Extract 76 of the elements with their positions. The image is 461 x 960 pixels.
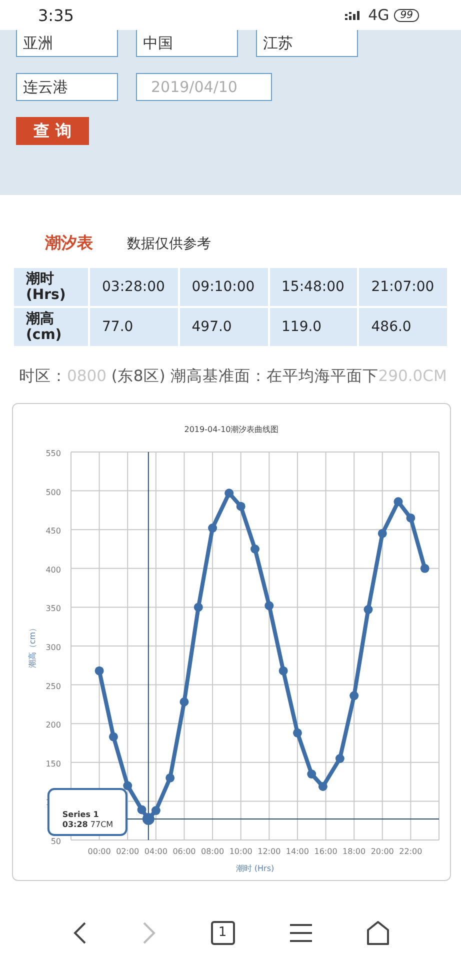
y-tick-label: 200: [46, 720, 61, 730]
point: [236, 502, 246, 511]
point: [394, 497, 403, 506]
table-cell: 77.0: [89, 307, 179, 347]
y-tick-label: 400: [46, 565, 61, 574]
point: [151, 806, 160, 816]
y-tick-label: 500: [46, 488, 61, 497]
point: [264, 601, 274, 610]
y-tick-label: 250: [46, 682, 61, 691]
table-cell: 497.0: [178, 307, 268, 347]
point: [318, 782, 328, 791]
input-field[interactable]: 江苏: [256, 30, 358, 57]
point: [194, 602, 203, 612]
point: [180, 697, 189, 706]
tabs-button[interactable]: 1: [210, 921, 234, 945]
point: [137, 805, 146, 814]
table-cell: 03:28:00: [89, 267, 179, 307]
point: [123, 781, 132, 790]
row-header: 潮时 (Hrs): [13, 267, 89, 307]
table-cell: 119.0: [268, 307, 358, 347]
table-cell: 486.0: [358, 307, 448, 347]
x-tick-label: 02:00: [116, 847, 140, 856]
y-tick-label: 350: [46, 604, 61, 614]
y-tick-label: 50: [50, 837, 61, 846]
point: [378, 528, 387, 538]
point: [94, 666, 104, 676]
point: [335, 754, 344, 764]
input-field[interactable]: 连云港: [16, 73, 118, 101]
x-tick-label: 06:00: [172, 847, 196, 856]
chart-title: 2019-04-10潮汐表曲线图: [184, 425, 279, 434]
menu-icon[interactable]: [290, 923, 312, 943]
row-header: 潮高 (cm): [13, 307, 89, 347]
y-tick-label: 550: [46, 449, 61, 458]
point: [307, 770, 316, 779]
point: [250, 544, 260, 554]
datum-info-text: 时区：0800 (东8区) 潮高基准面：在平均海平面下290.0CM: [18, 366, 448, 387]
point: [108, 732, 118, 742]
point: [364, 605, 373, 614]
note-text: 数据仅供参考: [127, 234, 211, 252]
point: [208, 524, 218, 533]
query-button[interactable]: 查 询: [16, 117, 89, 145]
input-field[interactable]: 2019/04/10: [136, 73, 272, 101]
x-tick-label: 22:00: [399, 847, 422, 856]
y-tick-label: 450: [46, 526, 61, 536]
x-tick-label: 20:00: [370, 847, 394, 856]
table-cell: 21:07:00: [358, 267, 448, 307]
y-axis-title: 潮高（cm）: [28, 624, 37, 668]
battery-indicator: 99: [394, 8, 419, 22]
point: [224, 488, 234, 498]
x-tick-label: 16:00: [314, 847, 338, 856]
x-tick-label: 14:00: [286, 847, 309, 856]
x-tick-label: 10:00: [229, 847, 252, 856]
y-tick-label: 150: [46, 759, 61, 768]
x-tick-label: 00:00: [88, 847, 111, 856]
point: [278, 666, 288, 676]
x-axis-title: 潮时 (Hrs): [236, 864, 274, 873]
back-icon[interactable]: [72, 922, 86, 944]
input-field[interactable]: 中国: [136, 30, 238, 57]
home-icon[interactable]: [366, 921, 388, 945]
table-cell: 09:10:00: [178, 267, 268, 307]
x-tick-label: 18:00: [342, 847, 366, 856]
table-cell: 15:48:00: [268, 267, 358, 307]
point: [406, 513, 416, 522]
point: [350, 691, 359, 700]
x-tick-label: 04:00: [144, 847, 168, 856]
network-label: 4G: [368, 6, 390, 24]
x-tick-label: 12:00: [258, 847, 281, 856]
data-tooltip: Series 1 03:28 77CM: [47, 788, 128, 836]
point: [166, 773, 175, 782]
point: [292, 728, 302, 738]
y-tick-label: 300: [46, 643, 61, 652]
status-time: 3:35: [38, 6, 74, 24]
section-title: 潮汐表: [45, 233, 93, 254]
x-tick-label: 08:00: [201, 847, 224, 856]
point: [420, 564, 430, 573]
input-field[interactable]: 亚洲: [16, 30, 118, 57]
